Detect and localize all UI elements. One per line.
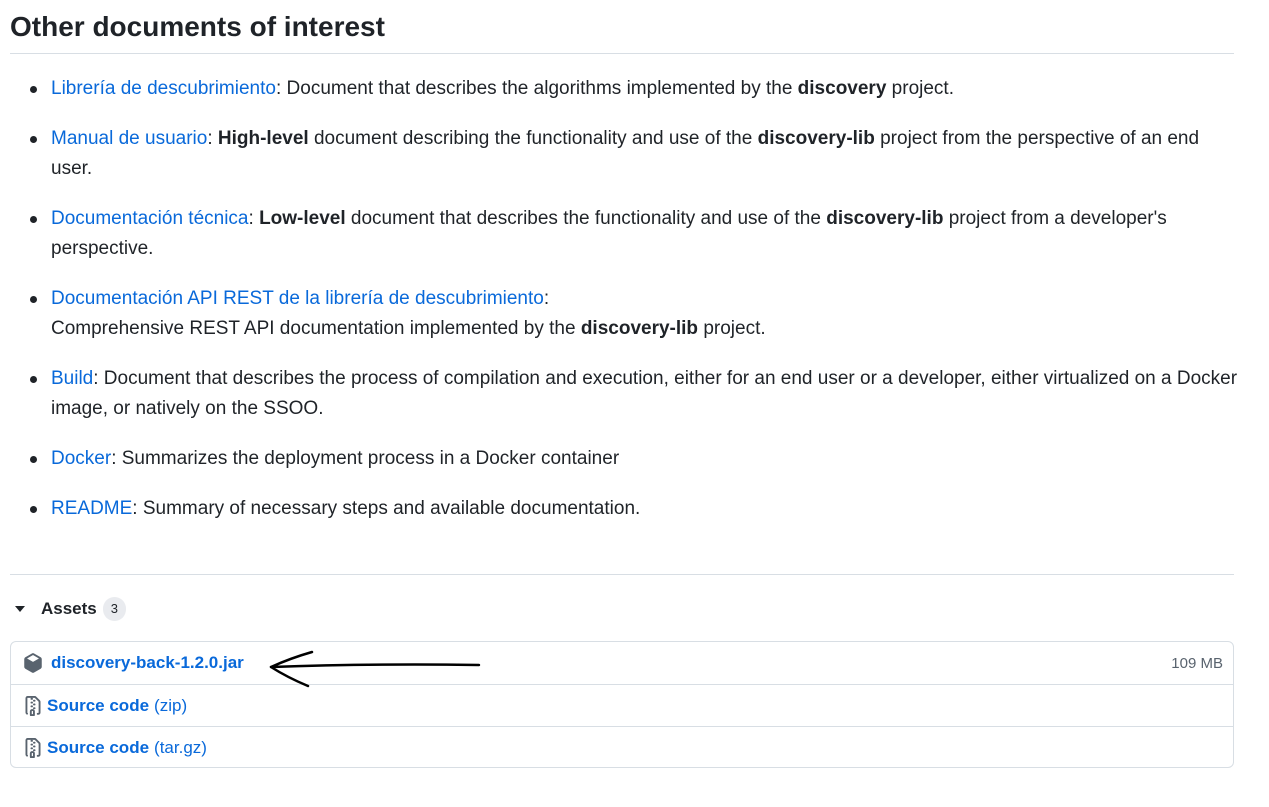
document-item-api-rest: Documentación API REST de la librería de… (0, 284, 1240, 344)
document-text-bold: discovery-lib (580, 318, 699, 339)
document-text: : (207, 128, 218, 149)
asset-link-jar[interactable]: discovery-back-1.2.0.jar (51, 653, 244, 673)
asset-row-source-zip: Source code (zip) (11, 684, 1233, 726)
assets-label: Assets (41, 599, 97, 618)
document-item-libreria: Librería de descubrimiento: Document tha… (0, 74, 1240, 104)
document-link-readme[interactable]: README (51, 498, 132, 519)
document-link-tecnica[interactable]: Documentación técnica (51, 208, 249, 229)
document-text-bold: discovery (797, 78, 887, 99)
package-icon (24, 653, 42, 673)
document-text: : Document that describes the process of… (51, 368, 1238, 419)
asset-link-source-targz[interactable]: Source code (47, 738, 149, 758)
document-item-manual: Manual de usuario: High-level document d… (0, 124, 1240, 184)
document-text: document describing the functionality an… (308, 128, 758, 149)
assets-toggle[interactable]: Assets 3 (10, 594, 126, 624)
document-item-docker: Docker: Summarizes the deployment proces… (0, 444, 1240, 474)
asset-row-source-targz: Source code (tar.gz) (11, 726, 1233, 768)
document-text: : Document that describes the algorithms… (275, 78, 798, 99)
section-divider (10, 574, 1234, 575)
document-link-manual[interactable]: Manual de usuario (51, 128, 207, 149)
document-text: : Summary of necessary steps and availab… (132, 498, 641, 519)
asset-format-label[interactable]: (tar.gz) (154, 738, 207, 758)
document-link-api-rest[interactable]: Documentación API REST de la librería de… (51, 288, 544, 309)
asset-size: 109 MB (1171, 654, 1223, 672)
page-title: Other documents of interest (10, 6, 1234, 54)
document-link-libreria[interactable]: Librería de descubrimiento (51, 78, 276, 99)
file-zip-icon (25, 695, 41, 716)
hand-drawn-arrow-annotation (269, 650, 481, 688)
assets-list: discovery-back-1.2.0.jar 109 MB Source c… (10, 641, 1234, 768)
document-text-bold: High-level (217, 128, 309, 149)
asset-row-jar: discovery-back-1.2.0.jar 109 MB (11, 642, 1233, 684)
asset-format-label[interactable]: (zip) (154, 696, 187, 716)
assets-count-badge: 3 (102, 597, 126, 621)
document-text: project. (886, 78, 954, 99)
document-item-tecnica: Documentación técnica: Low-level documen… (0, 204, 1240, 264)
document-text: : (248, 208, 260, 229)
document-item-readme: README: Summary of necessary steps and a… (0, 494, 1240, 524)
document-text-bold: discovery-lib (757, 128, 875, 149)
document-text-bold: discovery-lib (826, 208, 944, 229)
document-text: document that describes the functionalit… (345, 208, 827, 229)
caret-down-icon (15, 606, 25, 612)
document-text: : Summarizes the deployment process in a… (111, 448, 620, 469)
asset-link-source-zip[interactable]: Source code (47, 696, 149, 716)
document-link-build[interactable]: Build (51, 368, 93, 389)
file-zip-icon (25, 737, 41, 758)
document-text: : (543, 288, 550, 309)
documents-list: Librería de descubrimiento: Document tha… (0, 74, 1240, 524)
document-text: Comprehensive REST API documentation imp… (51, 318, 581, 339)
document-text: project. (698, 318, 766, 339)
document-item-build: Build: Document that describes the proce… (0, 364, 1240, 424)
document-link-docker[interactable]: Docker (51, 448, 111, 469)
document-text-bold: Low-level (259, 208, 346, 229)
